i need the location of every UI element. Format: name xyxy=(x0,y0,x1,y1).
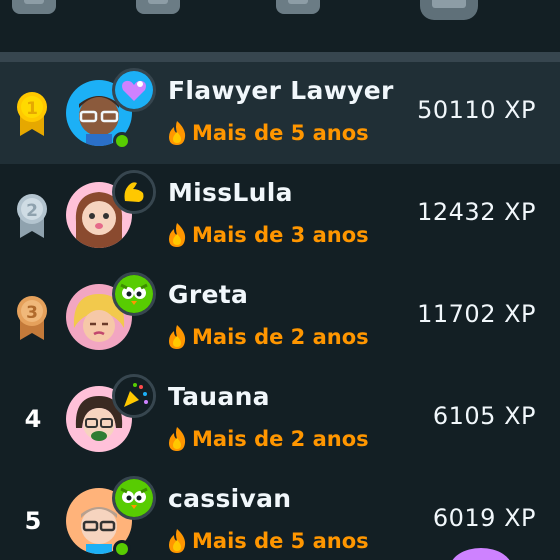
streak-info: Mais de 2 anos xyxy=(166,324,369,350)
flame-icon xyxy=(166,426,188,452)
streak-text: Mais de 2 anos xyxy=(192,427,369,451)
party-badge-icon xyxy=(112,374,156,418)
user-name: MissLula xyxy=(168,178,293,207)
flame-icon xyxy=(166,222,188,248)
flame-icon xyxy=(166,324,188,350)
rank-number: 4 xyxy=(24,405,42,433)
xp-value: 6019 XP xyxy=(432,504,536,532)
streak-info: Mais de 3 anos xyxy=(166,222,369,248)
xp-value: 50110 XP xyxy=(417,96,536,124)
streak-text: Mais de 2 anos xyxy=(192,325,369,349)
xp-value: 6105 XP xyxy=(432,402,536,430)
user-name: Tauana xyxy=(168,382,270,411)
medal-rank: 1 xyxy=(26,99,38,119)
xp-value: 12432 XP xyxy=(417,198,536,226)
user-name: Flawyer Lawyer xyxy=(168,76,394,105)
gold-medal-icon: 1 xyxy=(12,88,52,138)
streak-text: Mais de 3 anos xyxy=(192,223,369,247)
league-tier-icon xyxy=(276,0,320,14)
medal-rank: 3 xyxy=(26,303,38,323)
leaderboard-row[interactable]: 3 Greta Mais de 2 anos 11702 XP xyxy=(0,266,560,368)
flame-icon xyxy=(166,528,188,554)
silver-medal-icon: 2 xyxy=(12,190,52,240)
divider xyxy=(0,52,560,62)
rank-number: 5 xyxy=(24,507,42,535)
streak-info: Mais de 5 anos xyxy=(166,528,369,554)
xp-value: 11702 XP xyxy=(417,300,536,328)
medal-rank: 2 xyxy=(26,201,38,221)
league-tier-icon xyxy=(136,0,180,14)
muscle-badge-icon xyxy=(112,170,156,214)
league-tier-icon-current xyxy=(420,0,478,20)
online-status-dot xyxy=(113,540,131,558)
streak-info: Mais de 2 anos xyxy=(166,426,369,452)
streak-info: Mais de 5 anos xyxy=(166,120,369,146)
league-tier-icon xyxy=(12,0,56,14)
leaderboard-row[interactable]: 1 Flawyer Lawyer Mais de 5 anos 50110 XP xyxy=(0,62,560,164)
online-status-dot xyxy=(113,132,131,150)
duo-owl-badge-icon xyxy=(112,272,156,316)
heart-badge-icon xyxy=(112,68,156,112)
leaderboard-row[interactable]: 4 Tauana Mais de 2 anos 6105 XP xyxy=(0,368,560,470)
user-name: cassivan xyxy=(168,484,292,513)
leaderboard-row[interactable]: 5 cassivan Mais de 5 anos 6019 XP xyxy=(0,470,560,560)
league-tiers xyxy=(0,0,560,52)
bronze-medal-icon: 3 xyxy=(12,292,52,342)
streak-text: Mais de 5 anos xyxy=(192,121,369,145)
flame-icon xyxy=(166,120,188,146)
leaderboard-row[interactable]: 2 MissLula Mais de 3 anos 12432 XP xyxy=(0,164,560,266)
user-name: Greta xyxy=(168,280,249,309)
streak-text: Mais de 5 anos xyxy=(192,529,369,553)
duo-owl-badge-icon xyxy=(112,476,156,520)
